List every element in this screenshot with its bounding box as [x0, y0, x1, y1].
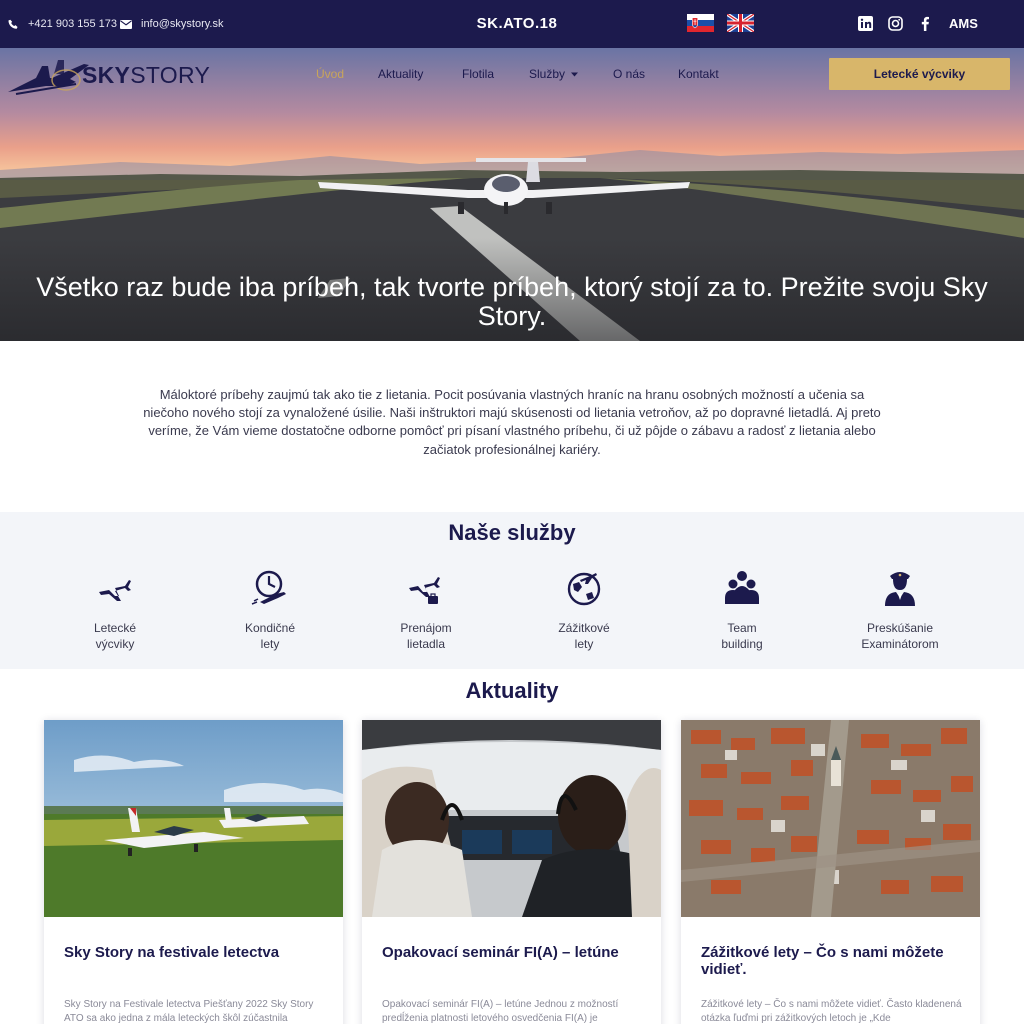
team-icon [725, 571, 759, 604]
service-label-3a: Prenájom [400, 621, 452, 635]
service-kondicne-lety[interactable]: Kondičné lety [205, 568, 335, 652]
pilot-examiner-icon [885, 572, 915, 606]
plane-rental-icon [409, 577, 440, 604]
top-bar: +421 903 155 173 info@skystory.sk SK.ATO… [0, 0, 1024, 48]
service-team-building[interactable]: Team building [677, 568, 807, 652]
nav-kontakt[interactable]: Kontakt [678, 67, 719, 81]
service-label-2b: lety [260, 637, 280, 651]
services-title: Naše služby [448, 520, 576, 545]
news-card-excerpt: Zážitkové lety – Čo s nami môžete vidieť… [701, 999, 962, 1024]
news-title: Aktuality [465, 678, 559, 703]
news-card-title[interactable]: Opakovací seminár FI(A) – letúne [382, 944, 644, 961]
nav-aktuality[interactable]: Aktuality [378, 67, 423, 81]
linkedin-icon[interactable] [858, 16, 873, 31]
service-letecke-vycviky[interactable]: Letecké výcviky [50, 568, 180, 652]
nav-flotila[interactable]: Flotila [462, 67, 494, 81]
ams-link[interactable]: AMS [949, 16, 978, 31]
news-card-excerpt: Opakovací seminár FI(A) – letúne Jednou … [382, 999, 619, 1024]
service-label-6b: Examinátorom [861, 637, 939, 651]
news-card-title[interactable]: Sky Story na festivale letectva [64, 944, 326, 961]
service-label-6a: Preskúšanie [866, 621, 934, 635]
service-label-5b: building [721, 637, 763, 651]
cockpit-pilots-image [362, 720, 661, 917]
chevron-down-icon [571, 72, 579, 77]
nav-sluzby[interactable]: Služby [529, 67, 579, 81]
news-card[interactable]: Zážitkové lety – Čo s nami môžete vidieť… [681, 720, 980, 1024]
logo-wordmark[interactable]: SKYSTORY [82, 62, 210, 89]
intro-text: Máloktoré príbehy zaujmú tak ako tie z l… [143, 387, 881, 457]
news-card[interactable]: Opakovací seminár FI(A) – letúne Opakova… [362, 720, 661, 1024]
service-preskusanie-examinatorom[interactable]: Preskúšanie Examinátorom [835, 568, 965, 652]
hero-headline: Všetko raz bude iba príbeh, tak tvorte p… [36, 272, 988, 331]
service-prenajom-lietadla[interactable]: Prenájom lietadla [361, 568, 491, 652]
news-card[interactable]: Sky Story na festivale letectva Sky Stor… [44, 720, 343, 1024]
slovak-flag[interactable] [687, 14, 714, 32]
aerial-town-image [681, 720, 980, 917]
service-label-1a: Letecké [93, 621, 137, 635]
clock-plane-icon [251, 570, 286, 605]
services-section: Naše služby Letecké výcviky Kondičné lety … [0, 512, 1024, 669]
service-label-3b: lietadla [406, 637, 446, 651]
service-zazitkove-lety[interactable]: Zážitkové lety [519, 568, 649, 652]
service-label-2a: Kondičné [244, 621, 296, 635]
news-card-title[interactable]: Zážitkové lety – Čo s nami môžete vidieť… [701, 944, 963, 978]
nav-uvod[interactable]: Úvod [316, 67, 344, 81]
nav-o-nas[interactable]: O nás [613, 67, 645, 81]
airplanes-on-grass-image [44, 720, 343, 917]
letecke-vycviky-button[interactable]: Letecké výcviky [829, 58, 1010, 90]
airplane-icon [99, 580, 131, 601]
uk-flag[interactable] [727, 14, 754, 32]
instagram-icon[interactable] [888, 16, 903, 31]
logo-sky: SKY [82, 62, 131, 88]
news-card-excerpt: Sky Story na Festivale letectva Piešťany… [64, 999, 314, 1024]
nav-sluzby-label: Služby [529, 67, 566, 81]
service-label-5a: Team [727, 621, 757, 635]
service-label-1b: výcviky [95, 637, 135, 651]
service-label-4b: lety [574, 637, 594, 651]
service-label-4a: Zážitkové [558, 621, 610, 635]
hero-airplane [318, 158, 690, 214]
facebook-icon[interactable] [918, 16, 933, 31]
logo-story: STORY [130, 62, 211, 88]
globe-plane-icon [567, 572, 601, 606]
